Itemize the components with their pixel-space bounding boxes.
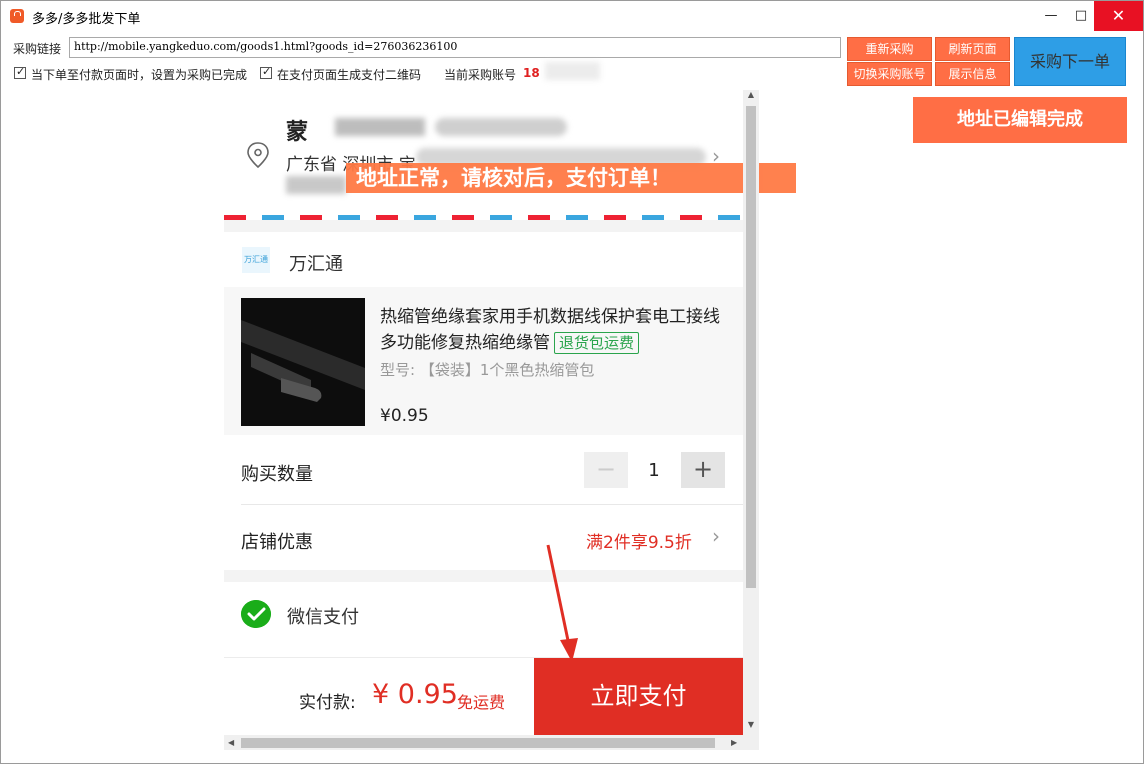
shop-name[interactable]: 万汇通 bbox=[289, 250, 343, 276]
product-price: ¥0.95 bbox=[380, 406, 429, 426]
account-label: 当前采购账号 bbox=[444, 68, 517, 82]
free-shipping-label: 免运费 bbox=[457, 693, 506, 712]
product-title-text: 热缩管绝缘套家用手机数据线保护套电工接线多功能修复热缩绝缘管 bbox=[380, 307, 720, 353]
qr-code-label: 在支付页面生成支付二维码 bbox=[277, 68, 422, 82]
shop-discount-label: 店铺优惠 bbox=[241, 532, 313, 553]
product-image[interactable] bbox=[241, 298, 365, 426]
section-gap bbox=[224, 570, 743, 582]
address-ok-banner: 地址正常，请核对后，支付订单！ bbox=[346, 163, 796, 193]
quantity-minus-button[interactable]: − bbox=[584, 452, 628, 488]
red-arrow-annotation bbox=[546, 544, 578, 662]
url-input[interactable]: http://mobile.yangkeduo.com/goods1.html?… bbox=[69, 37, 841, 58]
scroll-up-arrow-icon[interactable]: ▲ bbox=[743, 90, 759, 104]
show-info-button[interactable]: 展示信息 bbox=[935, 62, 1010, 86]
quantity-value[interactable]: 1 bbox=[641, 460, 667, 481]
next-order-button[interactable]: 采购下一单 bbox=[1014, 37, 1126, 86]
minimize-button[interactable]: — bbox=[1036, 1, 1066, 31]
mark-complete-label: 当下单至付款页面时，设置为采购已完成 bbox=[31, 68, 248, 82]
horizontal-scroll-thumb[interactable] bbox=[241, 738, 715, 748]
shop-logo[interactable]: 万汇通 bbox=[242, 247, 270, 273]
title-bar bbox=[1, 1, 1143, 31]
section-gap bbox=[224, 220, 743, 232]
wechat-pay-icon bbox=[241, 600, 271, 628]
scroll-right-arrow-icon[interactable]: ▶ bbox=[731, 735, 743, 750]
quantity-plus-button[interactable]: + bbox=[681, 452, 725, 488]
product-title: 热缩管绝缘套家用手机数据线保护套电工接线多功能修复热缩绝缘管 退货包运费 bbox=[380, 304, 720, 356]
total-label: 实付款: bbox=[299, 693, 356, 713]
phone-redaction bbox=[435, 118, 567, 136]
payment-method-label[interactable]: 微信支付 bbox=[287, 603, 359, 629]
account-value: 18 bbox=[523, 66, 540, 80]
app-bag-icon bbox=[10, 9, 24, 23]
url-label: 采购链接 bbox=[13, 42, 62, 56]
mark-complete-checkbox[interactable] bbox=[14, 65, 26, 79]
quantity-label: 购买数量 bbox=[241, 464, 313, 485]
location-pin-icon bbox=[247, 142, 269, 168]
scroll-left-arrow-icon[interactable]: ◀ bbox=[228, 735, 240, 750]
total-amount: ¥ 0.95 bbox=[372, 679, 458, 710]
address-redaction-2 bbox=[286, 176, 346, 194]
qr-code-checkbox[interactable] bbox=[260, 65, 272, 79]
maximize-button[interactable]: □ bbox=[1066, 1, 1096, 31]
divider bbox=[241, 504, 743, 505]
name-redaction bbox=[335, 118, 425, 136]
pay-now-button[interactable]: 立即支付 bbox=[534, 658, 743, 735]
close-button[interactable]: ✕ bbox=[1094, 1, 1143, 31]
vertical-scroll-thumb[interactable] bbox=[746, 106, 756, 588]
switch-account-button[interactable]: 切换采购账号 bbox=[847, 62, 932, 86]
redo-purchase-button[interactable]: 重新采购 bbox=[847, 37, 932, 61]
refresh-page-button[interactable]: 刷新页面 bbox=[935, 37, 1010, 61]
scroll-down-arrow-icon[interactable]: ▼ bbox=[743, 720, 759, 734]
discount-chevron-right-icon[interactable]: › bbox=[712, 524, 720, 548]
product-spec: 型号: 【袋装】1个黑色热缩管包 bbox=[380, 361, 595, 379]
address-done-button[interactable]: 地址已编辑完成 bbox=[913, 97, 1127, 143]
free-return-badge: 退货包运费 bbox=[554, 332, 640, 354]
window-title: 多多/多多批发下单 bbox=[32, 12, 141, 27]
account-redaction bbox=[545, 62, 600, 80]
recipient-name: 蒙 bbox=[286, 120, 309, 145]
shop-discount-value[interactable]: 满2件享9.5折 bbox=[586, 528, 692, 553]
